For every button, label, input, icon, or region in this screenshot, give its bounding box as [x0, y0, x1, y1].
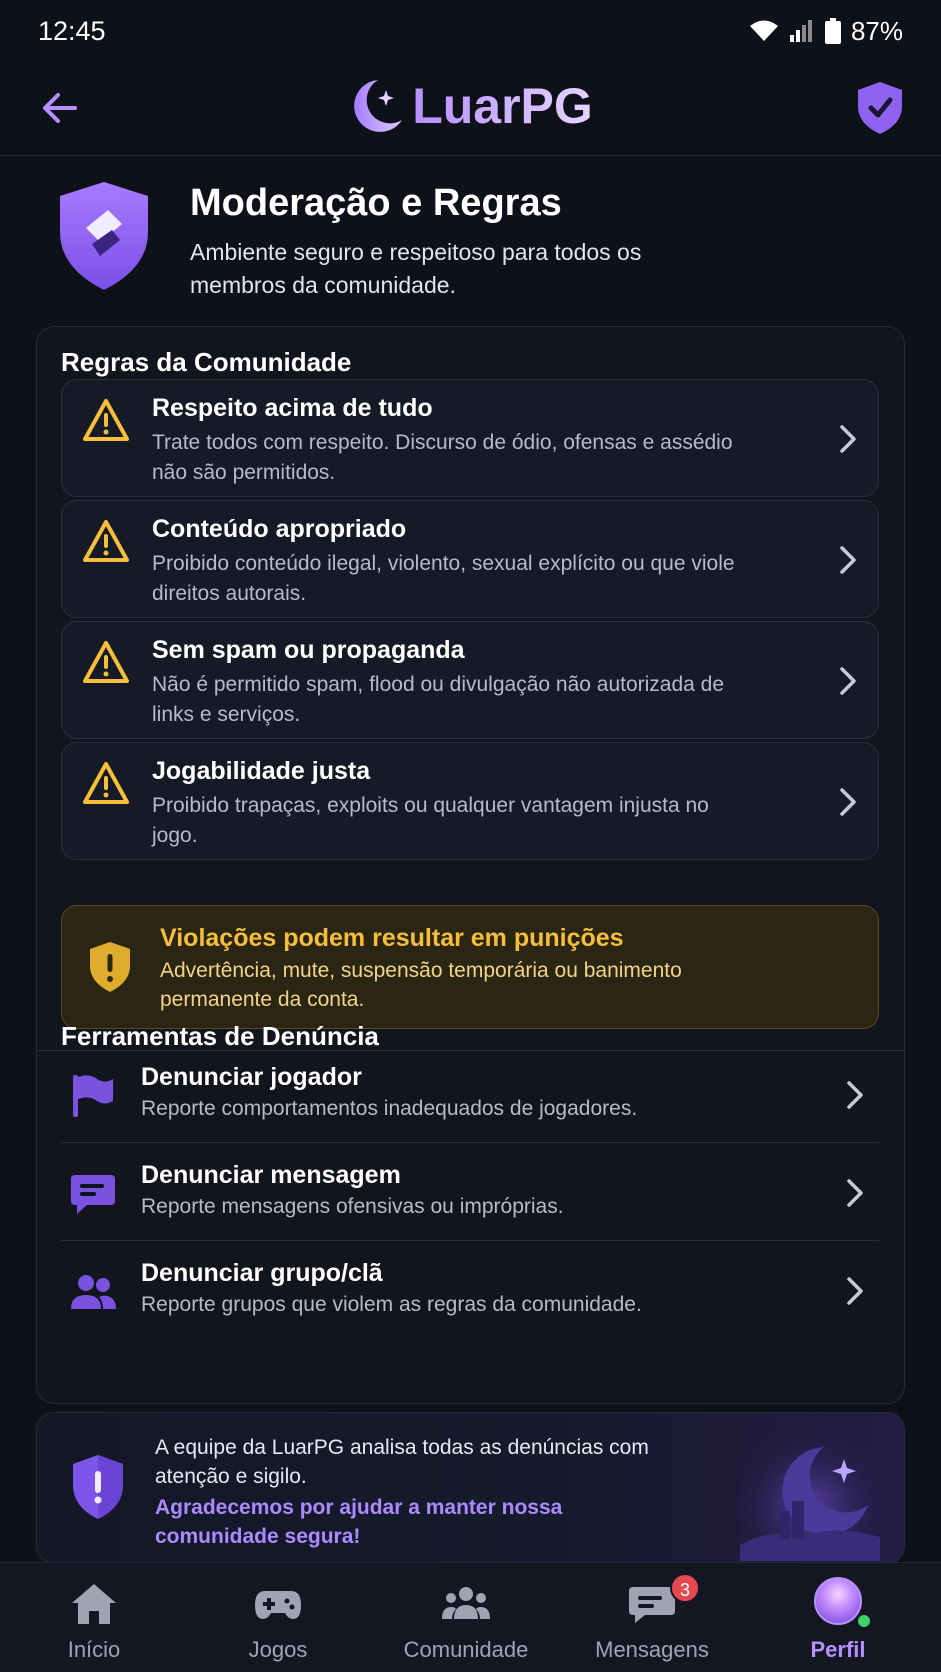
rule-item-content[interactable]: Conteúdo apropriado Proibido conteúdo il… [61, 500, 879, 618]
rules-section-title: Regras da Comunidade [61, 347, 352, 377]
punishment-warning: Violações podem resultar em punições Adv… [61, 905, 879, 1029]
info-highlight: Agradecemos por ajudar a manter nossa co… [155, 1496, 563, 1548]
warning-triangle-icon [83, 520, 129, 562]
warning-title: Violações podem resultar em punições [160, 924, 624, 952]
avatar [814, 1577, 862, 1625]
status-time: 12:45 [38, 15, 106, 46]
rule-title: Conteúdo apropriado [152, 515, 407, 543]
app-header: LuarPG [0, 62, 941, 156]
rule-title: Sem spam ou propaganda [152, 636, 465, 664]
shield-info-icon [73, 1455, 123, 1519]
report-title: Denunciar jogador [141, 1063, 362, 1091]
nav-item-games[interactable]: Jogos [184, 1563, 372, 1672]
chevron-right-icon [847, 1277, 863, 1305]
status-bar: 12:45 87% [0, 0, 941, 62]
nav-item-home[interactable]: Início [0, 1563, 188, 1672]
flag-icon [73, 1075, 113, 1117]
info-text: A equipe da LuarPG analisa todas as denú… [155, 1436, 649, 1488]
unread-badge: 3 [670, 1573, 700, 1603]
rule-description: Proibido trapaças, exploits ou qualquer … [152, 794, 709, 847]
rule-item-fair-play[interactable]: Jogabilidade justa Proibido trapaças, ex… [61, 742, 879, 860]
nav-label: Comunidade [403, 1637, 529, 1662]
chevron-right-icon [847, 1081, 863, 1109]
report-description: Reporte comportamentos inadequados de jo… [141, 1097, 638, 1120]
community-icon [442, 1587, 490, 1619]
nav-item-profile[interactable]: Perfil [744, 1563, 932, 1672]
report-title: Denunciar grupo/clã [141, 1259, 383, 1287]
gamepad-icon [255, 1591, 301, 1619]
nav-label: Início [67, 1637, 121, 1662]
moderation-shield-icon [60, 182, 148, 290]
report-title: Denunciar mensagem [141, 1161, 401, 1189]
rule-item-spam[interactable]: Sem spam ou propaganda Não é permitido s… [61, 621, 879, 739]
report-player-item[interactable]: Denunciar jogador Reporte comportamentos… [61, 1045, 879, 1143]
brand-logo: LuarPG [0, 76, 941, 136]
chevron-right-icon [840, 425, 856, 453]
group-icon [71, 1275, 116, 1309]
online-status-dot [856, 1613, 872, 1629]
report-description: Reporte grupos que violem as regras da c… [141, 1293, 642, 1316]
rule-description: Não é permitido spam, flood ou divulgaçã… [152, 673, 725, 726]
page-subtitle: Ambiente seguro e respeitoso para todos … [190, 239, 642, 298]
wifi-icon [749, 20, 778, 41]
brand-name: LuarPG [412, 78, 593, 134]
chevron-right-icon [847, 1179, 863, 1207]
report-group-item[interactable]: Denunciar grupo/clã Reporte grupos que v… [61, 1241, 879, 1339]
report-description: Reporte mensagens ofensivas ou imprópria… [141, 1195, 564, 1218]
shield-alert-icon [90, 942, 130, 992]
chevron-right-icon [840, 788, 856, 816]
chevron-right-icon [840, 546, 856, 574]
shield-check-icon[interactable] [855, 80, 905, 136]
rule-title: Respeito acima de tudo [152, 394, 433, 422]
info-card: A equipe da LuarPG analisa todas as denú… [36, 1412, 905, 1564]
nav-label: Jogos [248, 1637, 308, 1662]
home-icon [72, 1584, 116, 1624]
battery-icon [824, 18, 841, 44]
chevron-right-icon [840, 667, 856, 695]
moon-castle-illustration-icon [740, 1427, 880, 1561]
rule-item-respect[interactable]: Respeito acima de tudo Trate todos com r… [61, 379, 879, 497]
page-heading: Moderação e Regras Ambiente seguro e res… [56, 180, 896, 300]
nav-item-community[interactable]: Comunidade [372, 1563, 560, 1672]
rule-title: Jogabilidade justa [152, 757, 371, 785]
warning-triangle-icon [83, 641, 129, 683]
moon-icon [354, 80, 403, 132]
warning-description: Advertência, mute, suspensão temporária … [160, 959, 682, 1011]
nav-label: Mensagens [595, 1637, 709, 1662]
message-icon [71, 1175, 115, 1214]
rule-description: Trate todos com respeito. Discurso de ód… [152, 431, 733, 484]
report-message-item[interactable]: Denunciar mensagem Reporte mensagens ofe… [61, 1143, 879, 1241]
warning-triangle-icon [83, 399, 129, 441]
bottom-nav: Início Jogos Comunidade 3 Mensagens Perf… [0, 1562, 941, 1672]
signal-icon [789, 20, 812, 42]
warning-triangle-icon [83, 762, 129, 804]
status-indicators: 87% [749, 16, 903, 47]
rule-description: Proibido conteúdo ilegal, violento, sexu… [152, 552, 735, 605]
nav-label: Perfil [810, 1637, 866, 1662]
nav-item-messages[interactable]: 3 Mensagens [558, 1563, 746, 1672]
rules-card: Regras da Comunidade Respeito acima de t… [36, 326, 905, 1404]
battery-level: 87% [850, 15, 903, 46]
page-title: Moderação e Regras [190, 182, 562, 224]
